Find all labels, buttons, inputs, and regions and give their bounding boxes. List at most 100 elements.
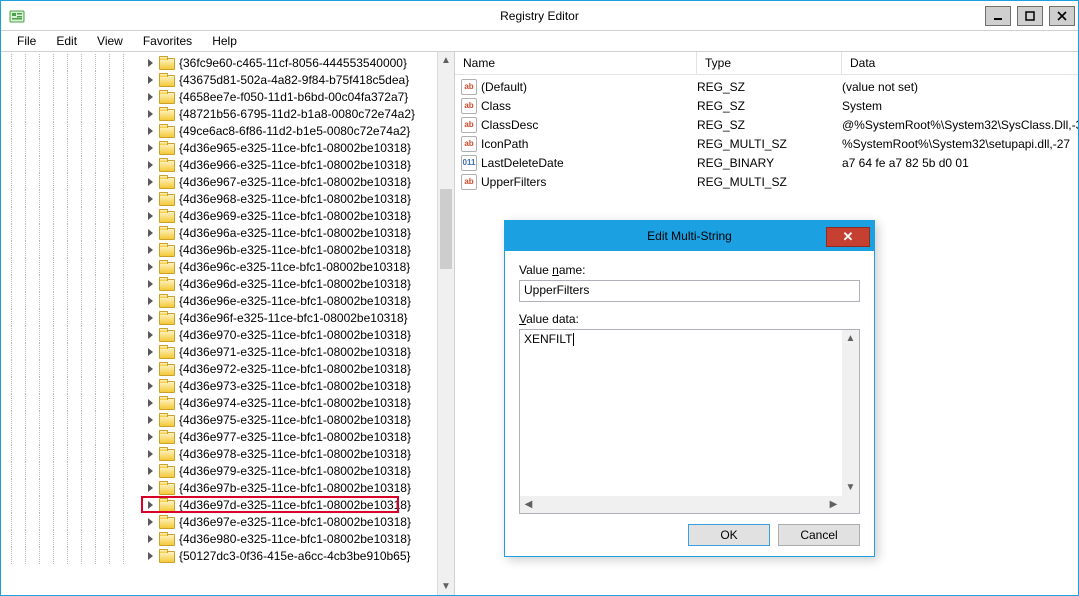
close-button[interactable] [1049,6,1075,26]
tree-item[interactable]: {4d36e96c-e325-11ce-bfc1-08002be10318} [1,258,437,275]
value-data: @%SystemRoot%\System32\SysClass.Dll,-300… [842,118,1078,132]
menu-favorites[interactable]: Favorites [135,32,200,50]
tree-item[interactable]: {4d36e973-e325-11ce-bfc1-08002be10318} [1,377,437,394]
tree-item[interactable]: {49ce6ac8-6f86-11d2-b1e5-0080c72e74a2} [1,122,437,139]
tree-expander-icon[interactable] [145,482,157,494]
tree-item[interactable]: {4d36e97b-e325-11ce-bfc1-08002be10318} [1,479,437,496]
app-icon [9,8,25,24]
tree-item[interactable]: {4d36e974-e325-11ce-bfc1-08002be10318} [1,394,437,411]
tree-expander-icon[interactable] [145,261,157,273]
string-value-icon: ab [461,98,477,114]
tree-item[interactable]: {4d36e967-e325-11ce-bfc1-08002be10318} [1,173,437,190]
tree-item[interactable]: {4658ee7e-f050-11d1-b6bd-00c04fa372a7} [1,88,437,105]
column-name[interactable]: Name [455,52,697,74]
tree-expander-icon[interactable] [145,142,157,154]
tree-expander-icon[interactable] [145,380,157,392]
column-data[interactable]: Data [842,52,1078,74]
folder-icon [159,277,175,291]
tree-item[interactable]: {4d36e977-e325-11ce-bfc1-08002be10318} [1,428,437,445]
scroll-down-icon[interactable]: ▼ [842,479,859,496]
tree-expander-icon[interactable] [145,465,157,477]
tree-expander-icon[interactable] [145,125,157,137]
tree-expander-icon[interactable] [145,499,157,511]
maximize-button[interactable] [1017,6,1043,26]
tree-item[interactable]: {4d36e975-e325-11ce-bfc1-08002be10318} [1,411,437,428]
tree-expander-icon[interactable] [145,91,157,103]
tree-expander-icon[interactable] [145,550,157,562]
tree-expander-icon[interactable] [145,516,157,528]
tree-expander-icon[interactable] [145,431,157,443]
tree-item[interactable]: {4d36e96a-e325-11ce-bfc1-08002be10318} [1,224,437,241]
textarea-vscrollbar[interactable]: ▲ ▼ [842,330,859,496]
value-row[interactable]: 011LastDeleteDateREG_BINARYa7 64 fe a7 8… [455,153,1078,172]
menu-view[interactable]: View [89,32,131,50]
value-row[interactable]: abClassREG_SZSystem [455,96,1078,115]
tree-expander-icon[interactable] [145,227,157,239]
tree-expander-icon[interactable] [145,448,157,460]
tree-item-label: {4d36e97e-e325-11ce-bfc1-08002be10318} [179,515,411,529]
valuename-input[interactable]: UpperFilters [519,280,860,302]
scroll-right-icon[interactable]: ▶ [825,496,842,513]
cancel-button[interactable]: Cancel [778,524,860,546]
menu-edit[interactable]: Edit [48,32,85,50]
dialog-titlebar[interactable]: Edit Multi-String ✕ [505,221,874,251]
tree-expander-icon[interactable] [145,295,157,307]
tree-item[interactable]: {43675d81-502a-4a82-9f84-b75f418c5dea} [1,71,437,88]
folder-icon [159,430,175,444]
tree-item[interactable]: {4d36e980-e325-11ce-bfc1-08002be10318} [1,530,437,547]
tree-expander-icon[interactable] [145,329,157,341]
value-row[interactable]: abUpperFiltersREG_MULTI_SZ [455,172,1078,191]
tree-expander-icon[interactable] [145,176,157,188]
tree-item[interactable]: {4d36e97e-e325-11ce-bfc1-08002be10318} [1,513,437,530]
tree-item[interactable]: {4d36e972-e325-11ce-bfc1-08002be10318} [1,360,437,377]
tree-expander-icon[interactable] [145,244,157,256]
tree-item[interactable]: {4d36e978-e325-11ce-bfc1-08002be10318} [1,445,437,462]
minimize-button[interactable] [985,6,1011,26]
tree-item[interactable]: {4d36e971-e325-11ce-bfc1-08002be10318} [1,343,437,360]
value-row[interactable]: abClassDescREG_SZ@%SystemRoot%\System32\… [455,115,1078,134]
scroll-up-icon[interactable]: ▲ [438,52,454,69]
tree-item[interactable]: {4d36e966-e325-11ce-bfc1-08002be10318} [1,156,437,173]
tree-item[interactable]: {50127dc3-0f36-415e-a6cc-4cb3be910b65} [1,547,437,564]
tree-expander-icon[interactable] [145,210,157,222]
tree-expander-icon[interactable] [145,159,157,171]
tree-expander-icon[interactable] [145,533,157,545]
tree-expander-icon[interactable] [145,108,157,120]
tree-item[interactable]: {36fc9e60-c465-11cf-8056-444553540000} [1,54,437,71]
value-row[interactable]: abIconPathREG_MULTI_SZ%SystemRoot%\Syste… [455,134,1078,153]
tree-item[interactable]: {4d36e965-e325-11ce-bfc1-08002be10318} [1,139,437,156]
tree-expander-icon[interactable] [145,346,157,358]
tree-expander-icon[interactable] [145,397,157,409]
tree-item[interactable]: {4d36e968-e325-11ce-bfc1-08002be10318} [1,190,437,207]
menu-help[interactable]: Help [204,32,245,50]
tree-expander-icon[interactable] [145,414,157,426]
tree-item[interactable]: {4d36e969-e325-11ce-bfc1-08002be10318} [1,207,437,224]
tree-item[interactable]: {4d36e96e-e325-11ce-bfc1-08002be10318} [1,292,437,309]
tree-expander-icon[interactable] [145,57,157,69]
tree-expander-icon[interactable] [145,74,157,86]
tree-item[interactable]: {4d36e96f-e325-11ce-bfc1-08002be10318} [1,309,437,326]
tree-scrollbar[interactable]: ▲ ▼ [437,52,454,595]
value-type: REG_SZ [697,80,842,94]
value-row[interactable]: ab(Default)REG_SZ(value not set) [455,77,1078,96]
ok-button[interactable]: OK [688,524,770,546]
tree-item[interactable]: {4d36e979-e325-11ce-bfc1-08002be10318} [1,462,437,479]
tree-item[interactable]: {4d36e96d-e325-11ce-bfc1-08002be10318} [1,275,437,292]
textarea-hscrollbar[interactable]: ◀ ▶ [520,496,859,513]
scroll-up-icon[interactable]: ▲ [842,330,859,347]
tree-item[interactable]: {4d36e97d-e325-11ce-bfc1-08002be10318} [1,496,437,513]
tree-expander-icon[interactable] [145,312,157,324]
tree-expander-icon[interactable] [145,193,157,205]
tree-expander-icon[interactable] [145,278,157,290]
tree-item[interactable]: {4d36e96b-e325-11ce-bfc1-08002be10318} [1,241,437,258]
scroll-thumb[interactable] [440,189,452,269]
tree-item[interactable]: {4d36e970-e325-11ce-bfc1-08002be10318} [1,326,437,343]
tree-item[interactable]: {48721b56-6795-11d2-b1a8-0080c72e74a2} [1,105,437,122]
tree-expander-icon[interactable] [145,363,157,375]
valuedata-textarea[interactable]: XENFILT ▲ ▼ ◀ ▶ [519,329,860,514]
menu-file[interactable]: File [9,32,44,50]
scroll-down-icon[interactable]: ▼ [438,578,454,595]
column-type[interactable]: Type [697,52,842,74]
tree-item-label: {4d36e96c-e325-11ce-bfc1-08002be10318} [179,260,410,274]
scroll-left-icon[interactable]: ◀ [520,496,537,513]
